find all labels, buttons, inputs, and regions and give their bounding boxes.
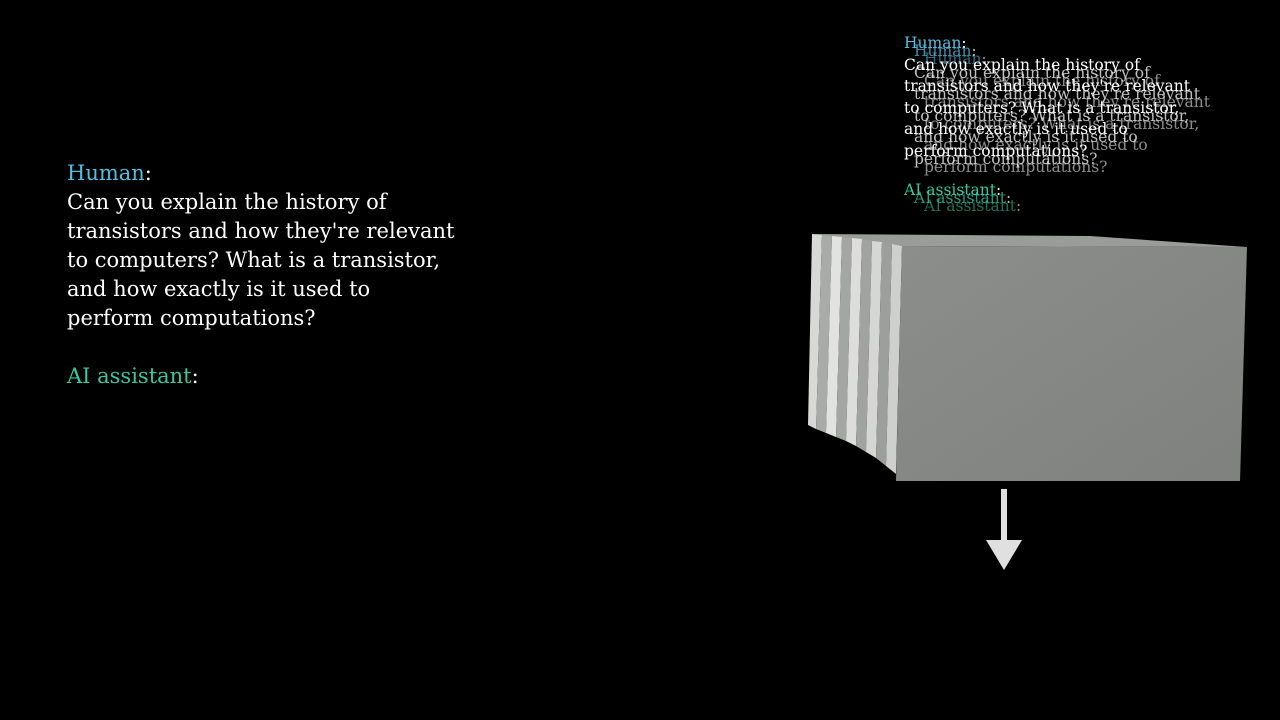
model-block-diagram xyxy=(808,234,1247,570)
layer-slices xyxy=(808,234,902,474)
stack-front-face xyxy=(896,246,1247,481)
model-layer-stack xyxy=(808,234,1247,481)
down-arrow-icon xyxy=(986,489,1022,570)
